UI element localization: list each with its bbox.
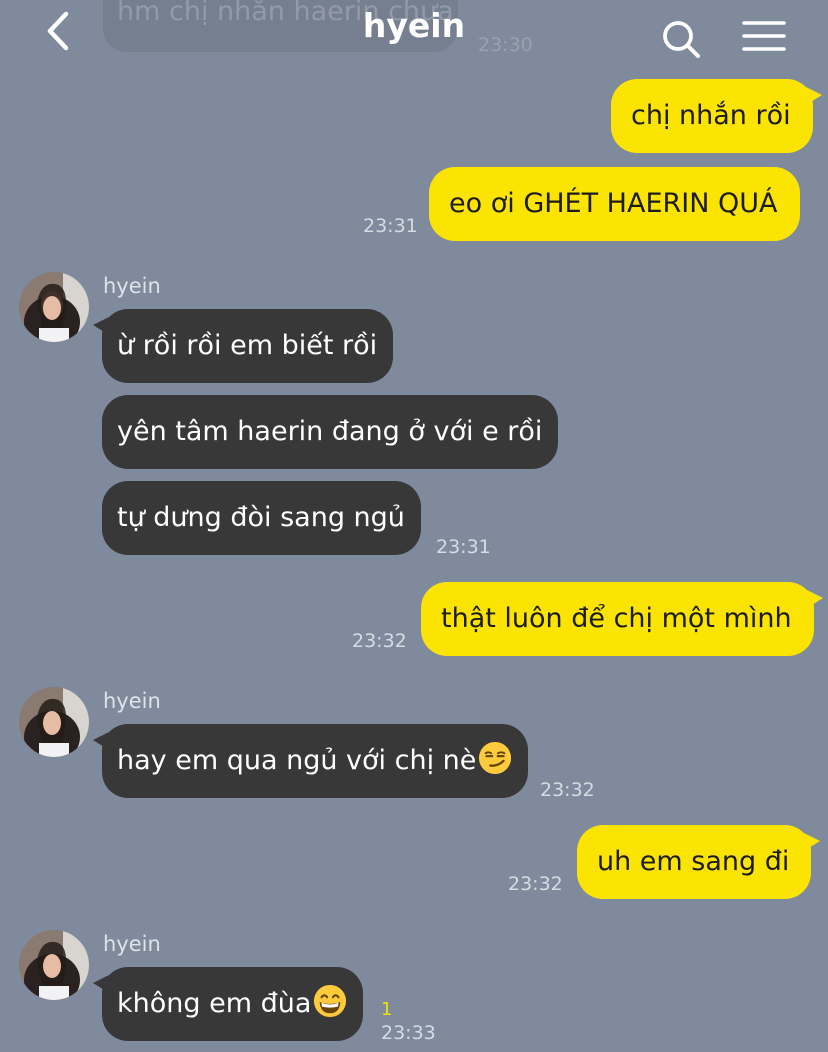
message-text: eo ơi GHÉT HAERIN QUÁ bbox=[449, 188, 778, 219]
incoming-message-bubble[interactable]: ừ rồi rồi em biết rồi bbox=[92, 309, 394, 383]
avatar[interactable] bbox=[19, 687, 89, 757]
message-time: 23:32 bbox=[540, 779, 595, 801]
chat-header: hyein bbox=[0, 0, 828, 62]
message-time: 23:33 bbox=[381, 1022, 436, 1044]
message-text: thật luôn để chị một mình bbox=[441, 603, 792, 634]
incoming-message-bubble[interactable]: hay em qua ngủ với chị nè bbox=[92, 724, 529, 798]
sender-name: hyein bbox=[103, 932, 161, 956]
hamburger-menu-icon bbox=[742, 21, 786, 51]
avatar[interactable] bbox=[19, 930, 89, 1000]
profile-photo bbox=[19, 272, 89, 342]
message-text: chị nhắn rồi bbox=[631, 100, 791, 131]
menu-button[interactable] bbox=[740, 18, 788, 56]
message-text: tự dưng đòi sang ngủ bbox=[117, 502, 405, 533]
smirking-face-emoji bbox=[479, 741, 512, 775]
search-icon bbox=[663, 21, 700, 58]
outgoing-message-bubble[interactable]: eo ơi GHÉT HAERIN QUÁ bbox=[429, 167, 800, 241]
message-text: yên tâm haerin đang ở với e rồi bbox=[117, 416, 543, 447]
avatar[interactable] bbox=[19, 272, 89, 342]
message-text: ừ rồi rồi em biết rồi bbox=[117, 330, 378, 361]
message-text: không em đùa bbox=[117, 988, 312, 1019]
outgoing-message-bubble[interactable]: thật luôn để chị một mình bbox=[421, 582, 823, 656]
incoming-message-bubble[interactable]: không em đùa bbox=[92, 967, 364, 1041]
message-text: uh em sang đi bbox=[597, 846, 790, 877]
sender-name: hyein bbox=[103, 689, 161, 713]
unread-count: 1 bbox=[381, 999, 393, 1020]
message-time: 23:32 bbox=[508, 873, 563, 895]
sender-name: hyein bbox=[103, 274, 161, 298]
search-button[interactable] bbox=[660, 18, 702, 60]
profile-photo bbox=[19, 930, 89, 1000]
message-time: 23:31 bbox=[363, 215, 418, 237]
outgoing-message-bubble[interactable]: chị nhắn rồi bbox=[611, 79, 822, 153]
message-time: 23:31 bbox=[436, 536, 491, 558]
outgoing-message-bubble[interactable]: uh em sang đi bbox=[577, 825, 821, 899]
message-time: 23:32 bbox=[352, 630, 407, 652]
incoming-message-bubble[interactable]: yên tâm haerin đang ở với e rồi bbox=[102, 395, 559, 469]
incoming-message-bubble[interactable]: tự dưng đòi sang ngủ bbox=[102, 481, 421, 555]
profile-photo bbox=[19, 687, 89, 757]
message-text: hay em qua ngủ với chị nè bbox=[117, 745, 477, 776]
chat-title: hyein bbox=[362, 6, 466, 45]
grinning-face-emoji bbox=[314, 984, 347, 1018]
